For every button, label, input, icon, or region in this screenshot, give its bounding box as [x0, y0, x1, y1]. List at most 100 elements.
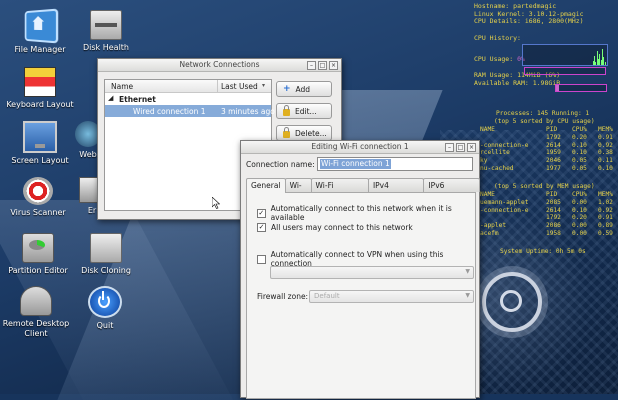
column-header: MEM% [598, 191, 613, 198]
column-header: CPU% [572, 191, 587, 198]
all-users-label: All users may connect to this network [271, 223, 413, 232]
process-cell-cpu: 0.00 [572, 198, 587, 206]
process-cell-mem: 0.91 [598, 214, 613, 222]
window-title: Network Connections [179, 60, 260, 69]
add-button[interactable]: + Add [276, 81, 332, 97]
desktop-icon-keyboard-layout[interactable]: Keyboard Layout [0, 67, 80, 110]
group-label: Ethernet [119, 95, 156, 104]
partition-editor-icon [22, 233, 54, 263]
lock-icon [283, 127, 290, 138]
all-users-checkbox[interactable]: ✓ All users may connect to this network [257, 223, 413, 232]
cpu-usage-label: CPU Usage: [474, 55, 514, 64]
connection-row[interactable]: Wired connection 1 3 minutes ago [105, 105, 275, 117]
process-cell-cpu: 0.10 [572, 206, 587, 214]
connection-name-value: Wi-Fi connection 1 [320, 159, 391, 169]
column-header-last-used[interactable]: Last Used [221, 82, 258, 91]
cpu-history-label: CPU History: [474, 33, 521, 42]
column-header: NAME [480, 126, 495, 133]
close-button[interactable]: × [329, 61, 338, 70]
maximize-button[interactable]: □ [456, 143, 465, 152]
process-cell-mem: 0.11 [598, 157, 613, 165]
firewall-zone-value: Default [314, 292, 340, 300]
minimize-button[interactable]: – [307, 61, 316, 70]
process-cell-pid: 1792 [546, 133, 561, 141]
close-button[interactable]: × [467, 143, 476, 152]
titlebar[interactable]: Network Connections – □ × [98, 59, 341, 72]
firewall-zone-label: Firewall zone: [257, 292, 309, 301]
process-cell-mem: 0.59 [598, 230, 613, 237]
minimize-button[interactable]: – [445, 143, 454, 152]
process-cell-name: ky [480, 157, 488, 165]
editing-connection-dialog[interactable]: Editing Wi-Fi connection 1 – □ × Connect… [240, 140, 480, 399]
cpu-history-spike [603, 57, 604, 65]
cpu-usage-meter [524, 67, 606, 75]
desktop-icon-disk-cloning[interactable]: Disk Cloning [66, 233, 146, 276]
remote-desktop-icon [20, 286, 52, 316]
process-cell-name: nu-cached [480, 165, 514, 172]
checkbox-box[interactable]: ✓ [257, 223, 266, 232]
process-cell-pid: 2086 [546, 222, 561, 230]
top-cpu-table: NAME PID CPU% MEM% 1792 0.20 0.91 -connection-e… [480, 126, 618, 176]
tab-wifi-security[interactable]: Wi-Fi Security [310, 178, 369, 203]
process-cell-cpu: 0.20 [572, 214, 587, 222]
processes-line: Processes: 145 Running: 1 [496, 110, 590, 117]
connection-group-ethernet[interactable]: ◢ Ethernet [105, 93, 271, 105]
maximize-button[interactable]: □ [318, 61, 327, 70]
cpu-history-spike [605, 62, 606, 65]
connection-name: Wired connection 1 [133, 107, 206, 116]
desktop-icon-label: Disk Health [83, 43, 129, 52]
mouse-cursor-icon [212, 197, 220, 209]
process-cell-mem: 1.02 [598, 198, 613, 206]
list-header: Name Last Used ▾ [105, 80, 271, 93]
tab-ipv4-settings[interactable]: IPv4 Settings [367, 178, 425, 203]
tab-ipv6-settings[interactable]: IPv6 Settings [423, 178, 480, 203]
power-icon [88, 286, 122, 318]
expander-arrow-icon[interactable]: ◢ [108, 94, 113, 102]
process-cell-name: rcellite [480, 149, 510, 157]
checkbox-box[interactable]: ✓ [257, 208, 266, 218]
process-cell-pid: 2614 [546, 141, 561, 149]
process-cell-pid: 1977 [546, 165, 561, 172]
checkbox-box[interactable] [257, 254, 266, 264]
process-cell-mem: 0.89 [598, 222, 613, 230]
process-cell-cpu: 0.00 [572, 230, 587, 237]
column-header: MEM% [598, 126, 613, 133]
cpu-details-label: CPU Details: [474, 17, 521, 26]
connection-last-used: 3 minutes ago [221, 107, 275, 116]
process-cell-cpu: 0.10 [572, 149, 587, 157]
sort-arrow-icon: ▾ [262, 82, 266, 89]
cpu-history-graph [522, 44, 608, 66]
connection-name-input[interactable]: Wi-Fi connection 1 [317, 157, 473, 171]
keyboard-layout-icon [24, 67, 56, 97]
process-cell-name: -connection-e [480, 206, 529, 214]
column-header: NAME [480, 191, 495, 198]
process-cell-name: acefm [480, 230, 499, 237]
auto-connect-checkbox[interactable]: ✓ Automatically connect to this network … [257, 204, 475, 222]
delete-button[interactable]: Delete... [276, 125, 332, 141]
process-cell-mem: 0.92 [598, 141, 613, 149]
cpu-history-spike [595, 62, 596, 65]
vpn-select[interactable]: ▼ [270, 266, 474, 279]
process-cell-pid: 1792 [546, 214, 561, 222]
column-header-name[interactable]: Name [111, 82, 133, 91]
general-tab-panel: ✓ Automatically connect to this network … [246, 192, 476, 399]
cpu-history-spike [599, 54, 600, 65]
desktop-icon-label: Keyboard Layout [6, 100, 74, 109]
desktop-icon-quit[interactable]: Quit [65, 286, 145, 331]
chevron-down-icon: ▼ [465, 292, 470, 299]
auto-connect-label: Automatically connect to this network wh… [270, 204, 452, 222]
tab-wifi[interactable]: Wi-Fi [284, 178, 312, 203]
edit-button[interactable]: Edit... [276, 103, 332, 119]
top-mem-table: NAME PID CPU% MEM% uemann-applet 2085 0.00 1.02… [480, 191, 618, 241]
plus-icon: + [283, 84, 291, 94]
top-cpu-title: (top 5 sorted by CPU usage) [494, 118, 595, 125]
desktop-icon-disk-health[interactable]: Disk Health [66, 10, 146, 53]
lock-icon [283, 105, 290, 116]
firewall-zone-select[interactable]: Default ▼ [309, 290, 474, 303]
process-cell-cpu: 0.10 [572, 141, 587, 149]
hard-disk-icon [90, 10, 122, 40]
desktop-icon-label: Disk Cloning [81, 266, 131, 275]
titlebar[interactable]: Editing Wi-Fi connection 1 – □ × [241, 141, 479, 154]
tab-general[interactable]: General [246, 178, 286, 193]
process-cell-name: -connection-e [480, 141, 529, 149]
